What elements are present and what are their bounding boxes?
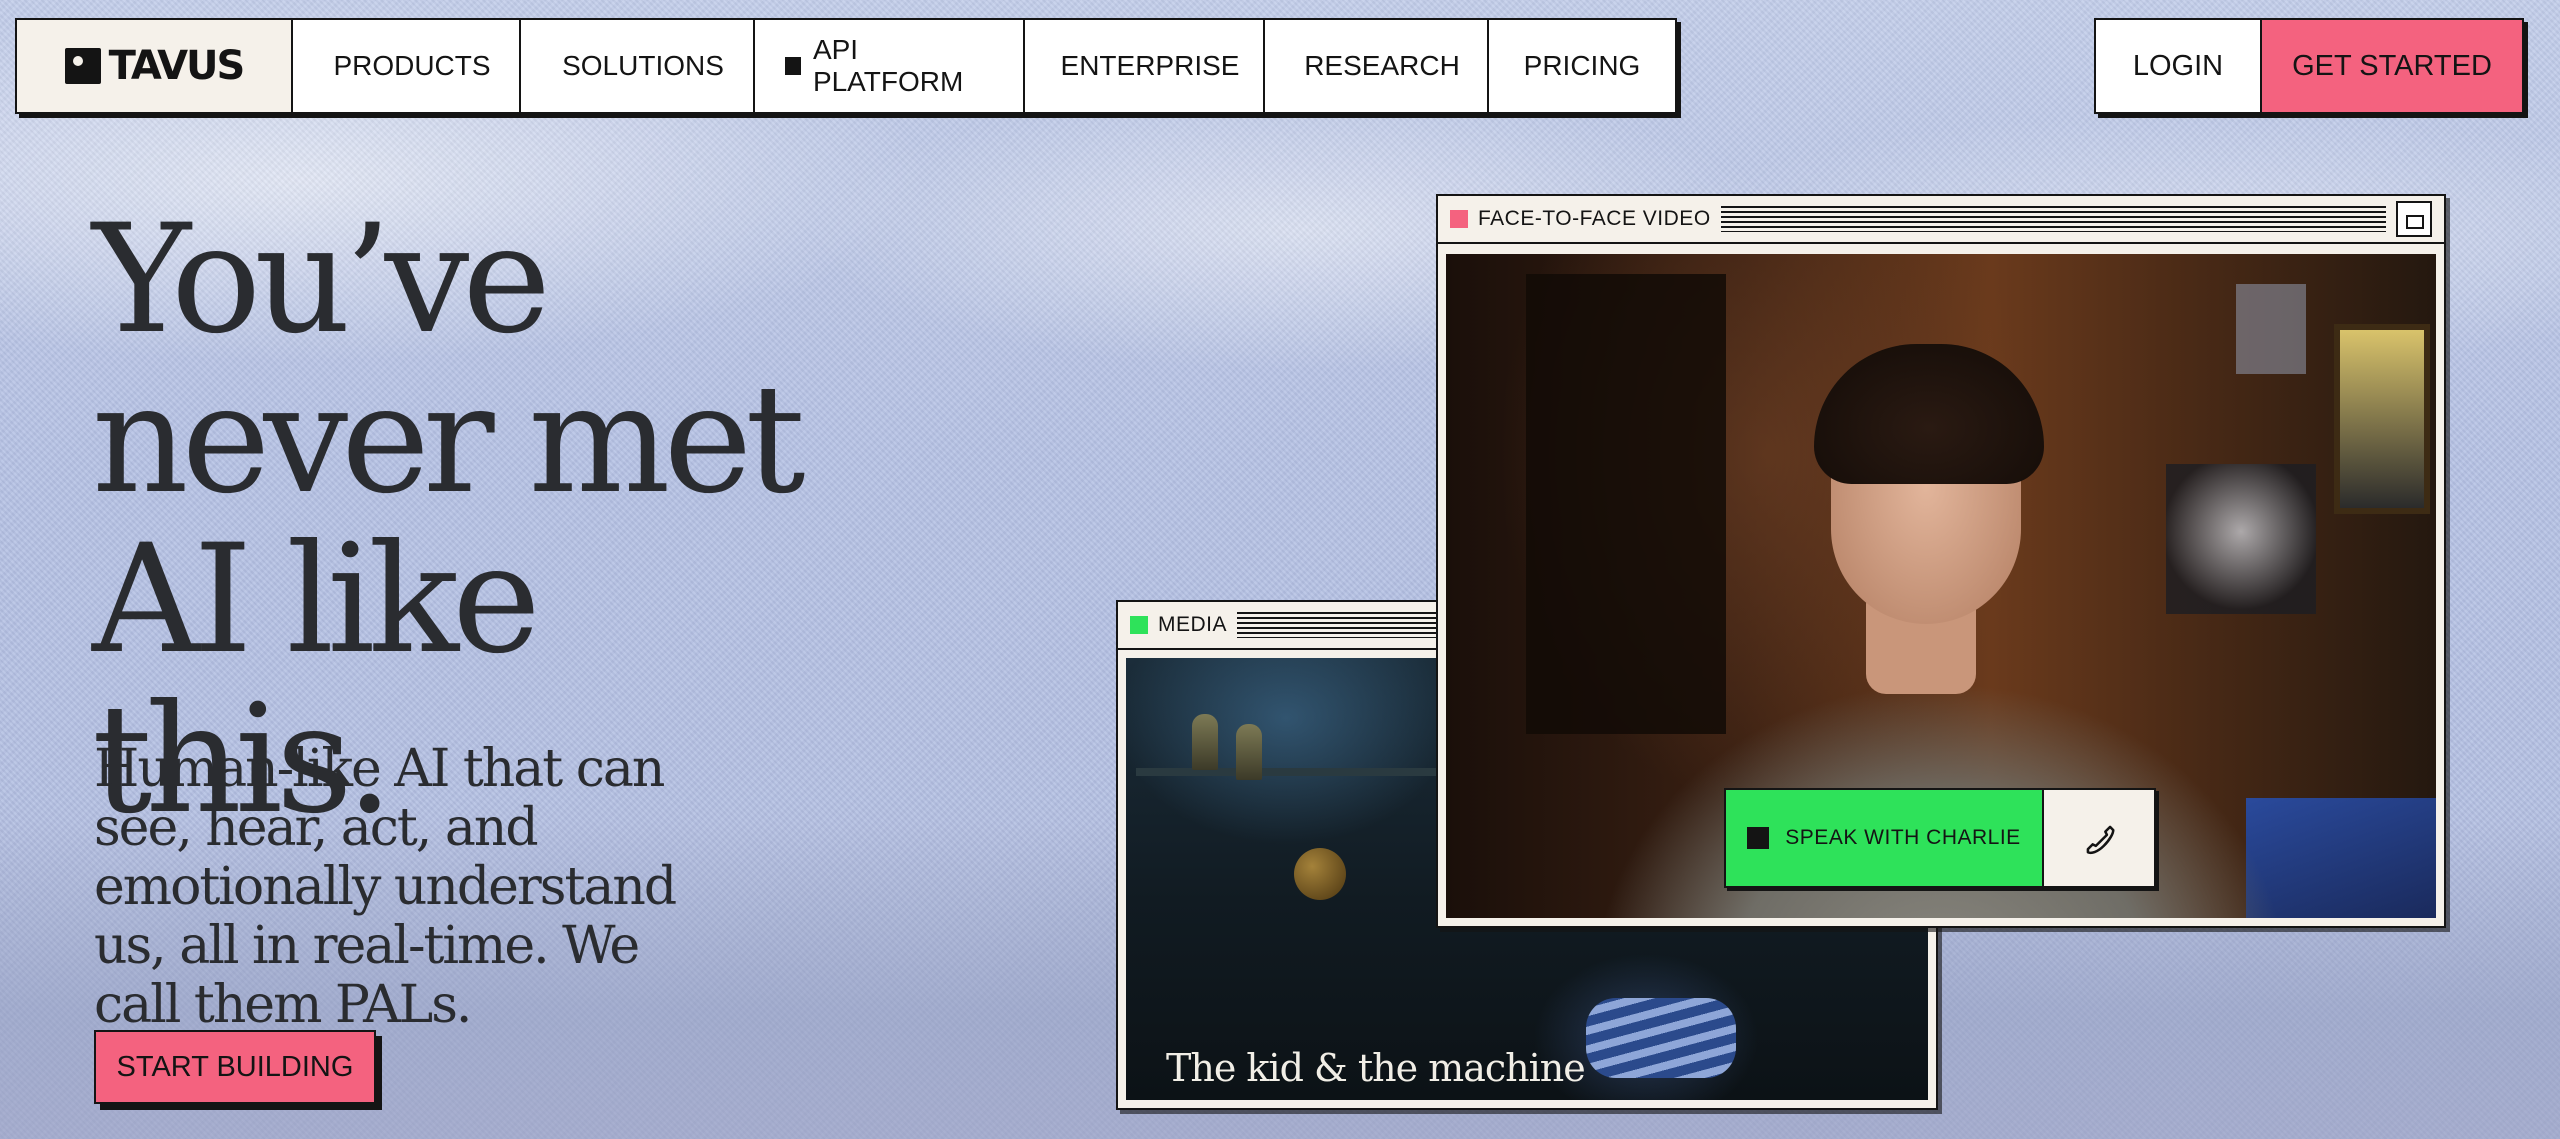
nav-item-label: ENTERPRISE bbox=[1060, 50, 1240, 81]
nav-item-pricing[interactable]: PRICING bbox=[1489, 20, 1675, 112]
nav-item-research[interactable]: RESEARCH bbox=[1265, 20, 1489, 112]
square-bullet-icon bbox=[785, 57, 801, 75]
scene-trophy bbox=[1236, 724, 1262, 780]
nav-item-products[interactable]: PRODUCTS bbox=[293, 20, 521, 112]
nav-item-api-platform[interactable]: API PLATFORM bbox=[755, 20, 1025, 112]
nav-item-solutions[interactable]: SOLUTIONS bbox=[521, 20, 755, 112]
headline-line: You’ve bbox=[92, 193, 551, 367]
status-dot-icon bbox=[1450, 210, 1468, 228]
scene-ball bbox=[1294, 848, 1346, 900]
nav-item-label: PRODUCTS bbox=[333, 50, 491, 81]
speak-controls: SPEAK WITH CHARLIE bbox=[1724, 788, 2156, 888]
nav-item-label: PRICING bbox=[1523, 50, 1641, 81]
auth-buttons: LOGIN GET STARTED bbox=[2094, 18, 2524, 114]
scene-poster bbox=[2166, 464, 2316, 614]
nav-item-enterprise[interactable]: ENTERPRISE bbox=[1025, 20, 1265, 112]
start-building-button[interactable]: START BUILDING bbox=[94, 1030, 376, 1104]
scene-trophy bbox=[1192, 714, 1218, 770]
hero-subhead: Human-like AI that can see, hear, act, a… bbox=[94, 739, 677, 1035]
scene-shelf bbox=[1136, 768, 1436, 776]
speak-button-label: SPEAK WITH CHARLIE bbox=[1785, 826, 2021, 849]
avatar-hair bbox=[1814, 344, 2044, 484]
f2f-window-title: FACE-TO-FACE VIDEO bbox=[1478, 207, 1711, 230]
scene-pillow bbox=[1586, 998, 1736, 1078]
speak-with-charlie-button[interactable]: SPEAK WITH CHARLIE bbox=[1726, 790, 2044, 886]
f2f-window-titlebar[interactable]: FACE-TO-FACE VIDEO bbox=[1438, 196, 2444, 244]
nav-item-label: RESEARCH bbox=[1304, 50, 1460, 81]
tavus-logo-icon bbox=[64, 48, 101, 84]
scene-poster bbox=[2334, 324, 2430, 514]
media-window-title: MEDIA bbox=[1158, 613, 1228, 636]
picture-in-picture-icon[interactable] bbox=[2396, 201, 2432, 237]
headline-line: never met bbox=[92, 353, 806, 527]
nav-item-label: API PLATFORM bbox=[812, 34, 964, 97]
get-started-button[interactable]: GET STARTED bbox=[2262, 20, 2522, 112]
login-button[interactable]: LOGIN bbox=[2096, 20, 2262, 112]
tavus-logo[interactable]: TAVUS bbox=[17, 20, 293, 112]
phone-icon[interactable] bbox=[2044, 790, 2154, 886]
logo-text: TAVUS bbox=[108, 43, 246, 89]
main-nav: TAVUS PRODUCTS SOLUTIONS API PLATFORM EN… bbox=[15, 18, 1677, 114]
titlebar-stripes bbox=[1720, 206, 2386, 232]
nav-item-label: SOLUTIONS bbox=[562, 50, 724, 81]
media-caption: The kid & the machine bbox=[1166, 1046, 1586, 1090]
status-dot-icon bbox=[1130, 616, 1148, 634]
scene-poster bbox=[2236, 284, 2306, 374]
square-bullet-icon bbox=[1747, 827, 1770, 849]
